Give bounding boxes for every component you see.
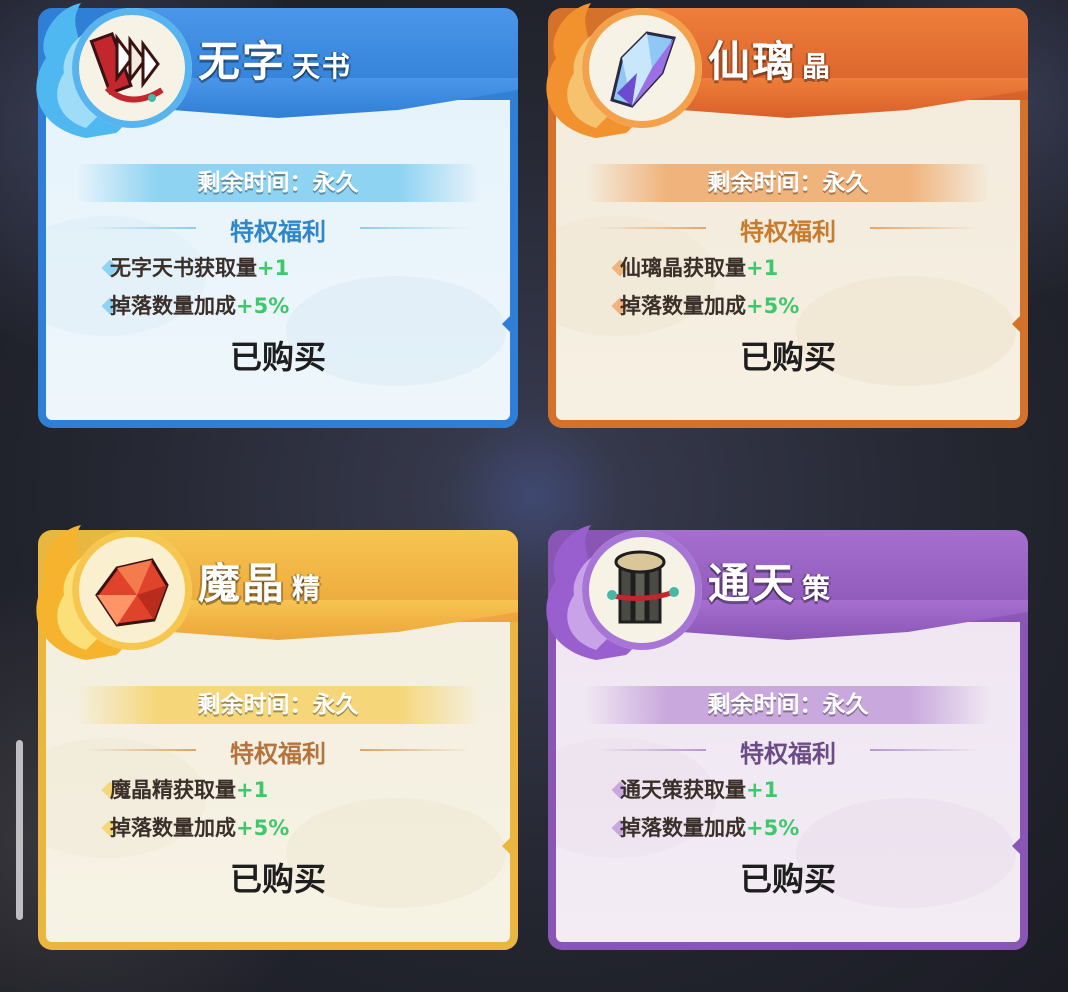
corner-notch [1012,316,1020,332]
remaining-time: 剩余时间：永久 [586,686,990,724]
perk-heading: 特权福利 [230,740,326,768]
medal-frame [582,8,702,128]
bamboo-scroll-icon [607,550,679,624]
perk-heading: 特权福利 [230,218,326,246]
perk-item: 掉落数量加成+5% [110,816,290,840]
purchased-status: 已购买 [739,860,836,898]
perk-heading: 特权福利 [740,740,836,768]
item-badge [536,0,736,158]
crystal-icon [610,31,676,108]
divider [870,749,980,751]
perk-item: 仙璃晶获取量+1 [620,256,779,280]
medal-frame [582,530,702,650]
scrollbar[interactable] [16,740,23,920]
perk-item: 掉落数量加成+5% [620,816,800,840]
item-badge [26,0,226,158]
corner-notch [502,316,510,332]
remaining-time: 剩余时间：永久 [76,686,480,724]
perk-heading: 特权福利 [740,218,836,246]
medal-frame [72,530,192,650]
purchased-status: 已购买 [229,860,326,898]
item-badge [26,520,226,680]
item-badge [536,520,736,680]
red-gem-icon [95,558,169,627]
divider [360,749,470,751]
privilege-card-wuzi-tianshu[interactable]: 剩余时间：永久 特权福利 无字天书获取量+1 掉落数量加成+5% 已购买 无字天… [36,3,518,428]
remaining-time: 剩余时间：永久 [586,164,990,202]
corner-notch [502,838,510,854]
perk-item: 通天策获取量+1 [620,778,779,802]
perk-item: 掉落数量加成+5% [620,294,800,318]
divider [360,227,470,229]
purchased-status: 已购买 [739,338,836,376]
perk-item: 魔晶精获取量+1 [110,778,269,802]
purchased-status: 已购买 [229,338,326,376]
perk-item: 掉落数量加成+5% [110,294,290,318]
remaining-time: 剩余时间：永久 [76,164,480,202]
book-scroll-icon [89,31,164,103]
perk-item: 无字天书获取量+1 [110,256,290,280]
corner-notch [1012,838,1020,854]
privilege-card-tongtian-ce[interactable]: 剩余时间：永久 特权福利 通天策获取量+1 掉落数量加成+5% 已购买 通天策 [546,525,1028,950]
divider [870,227,980,229]
privilege-card-xianli-jing[interactable]: 剩余时间：永久 特权福利 仙璃晶获取量+1 掉落数量加成+5% 已购买 仙璃晶 [546,3,1028,428]
medal-frame [72,8,192,128]
privilege-card-mojing-jing[interactable]: 剩余时间：永久 特权福利 魔晶精获取量+1 掉落数量加成+5% 已购买 魔晶精 [36,525,518,950]
